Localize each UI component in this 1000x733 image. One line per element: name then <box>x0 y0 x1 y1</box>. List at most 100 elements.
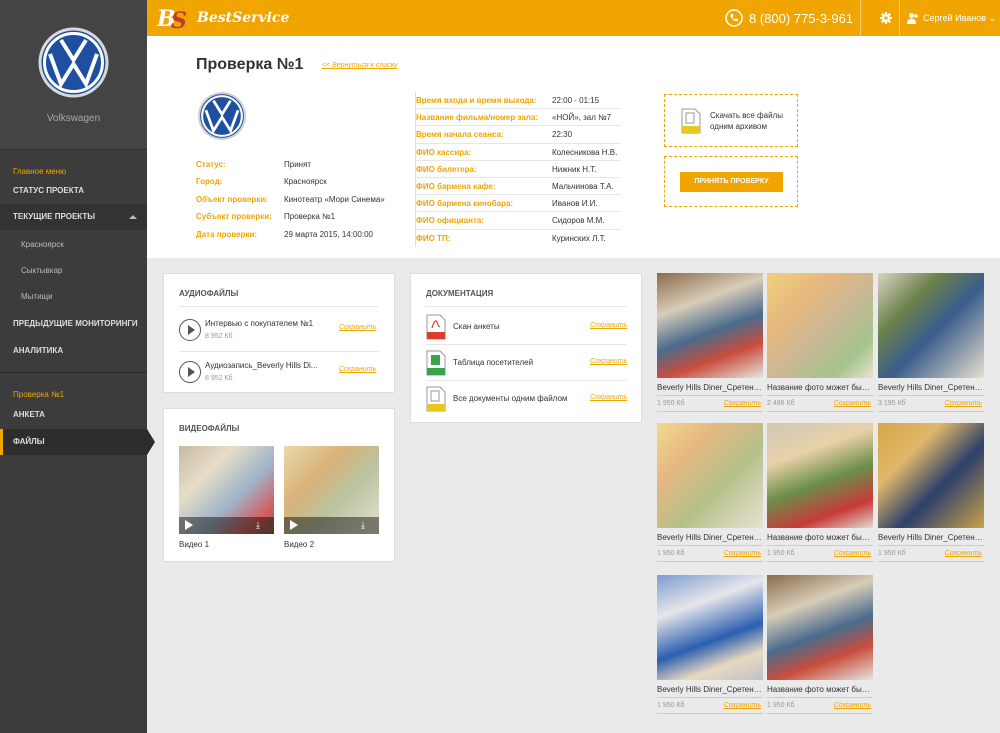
detail-row: ФИО бармена кинобара: Иванов И.И. <box>416 195 621 213</box>
info-label: Город: <box>196 177 223 186</box>
sidebar-item-label: Текущие проекты <box>13 212 96 221</box>
play-icon[interactable] <box>179 361 201 383</box>
divider <box>767 561 873 562</box>
info-label: Дата проверки: <box>196 230 258 239</box>
photo-size: 1 950 Кб <box>767 550 795 557</box>
accept-box: Принять проверку <box>664 156 798 207</box>
topbar-divider <box>860 0 861 36</box>
save-link[interactable]: Сохранить <box>724 400 761 407</box>
sidebar-divider <box>0 372 147 373</box>
detail-value: Сидоров М.М. <box>552 216 605 226</box>
detail-value: «НОЙ», зал №7 <box>552 113 612 123</box>
xls-file-icon <box>426 350 446 376</box>
info-label: Субъект проверки: <box>196 212 272 221</box>
photo-caption: Beverly Hills Diner_Сретенка... <box>657 685 763 694</box>
photo-caption: Название фото может быть... <box>767 383 873 392</box>
video-card: Видеофайлы ⤓ Видео 1 ⤓ Видео 2 <box>163 408 395 562</box>
divider <box>767 697 873 698</box>
divider <box>878 411 984 412</box>
sidebar-subitem-syktyvkar[interactable]: Сыктывкар <box>0 258 147 284</box>
sidebar-item-current-projects[interactable]: Текущие проекты <box>0 204 147 230</box>
divider <box>179 351 379 352</box>
detail-row: ФИО официанта: Сидоров М.М. <box>416 212 621 230</box>
photo-thumbnail[interactable] <box>767 575 873 680</box>
detail-label: ФИО бармена кафе: <box>416 181 496 191</box>
detail-value: Нижник Н.Т. <box>552 164 597 174</box>
divider <box>657 561 763 562</box>
sidebar-item-previous-monitoring[interactable]: Предыдущие мониторинги <box>0 311 147 337</box>
photo-size: 1 950 Кб <box>657 702 685 709</box>
save-link[interactable]: Сохранить <box>590 358 627 365</box>
photo-thumbnail[interactable] <box>878 423 984 528</box>
divider <box>657 697 763 698</box>
info-label: Объект проверки: <box>196 195 268 204</box>
volkswagen-logo <box>198 92 246 140</box>
photo-thumbnail[interactable] <box>878 273 984 378</box>
download-icon[interactable]: ⤓ <box>256 520 266 530</box>
save-link[interactable]: Сохранить <box>590 394 627 401</box>
save-link[interactable]: Сохранить <box>339 324 376 331</box>
detail-label: ФИО кассира: <box>416 147 472 157</box>
gear-icon[interactable] <box>880 12 892 24</box>
photo-thumbnail[interactable] <box>657 423 763 528</box>
brand-name: Volkswagen <box>46 113 101 124</box>
save-link[interactable]: Сохранить <box>834 550 871 557</box>
back-to-list-link[interactable]: << Вернуться к списку <box>322 62 397 69</box>
download-all-box[interactable]: Скачать все файлы одним архивом <box>664 94 798 147</box>
photo-size: 1 950 Кб <box>657 400 685 407</box>
play-icon[interactable] <box>179 319 201 341</box>
save-link[interactable]: Сохранить <box>945 550 982 557</box>
photo-caption: Beverly Hills Diner_Сретенка... <box>657 533 763 542</box>
video-item[interactable]: ⤓ Видео 2 <box>284 446 379 549</box>
sidebar-subitem-krasnoyarsk[interactable]: Красноярск <box>0 232 147 258</box>
sidebar-subitem-mytishchi[interactable]: Мытищи <box>0 284 147 310</box>
video-item[interactable]: ⤓ Видео 1 <box>179 446 274 549</box>
save-link[interactable]: Сохранить <box>590 322 627 329</box>
audio-card: Аудиофайлы Интервью с покупателем №1 8 9… <box>163 273 395 393</box>
save-link[interactable]: Сохранить <box>945 400 982 407</box>
photo-thumbnail[interactable] <box>767 273 873 378</box>
divider <box>878 395 984 396</box>
photo-thumbnail[interactable] <box>767 423 873 528</box>
divider <box>657 411 763 412</box>
audio-card-title: Аудиофайлы <box>179 289 239 298</box>
sidebar-item-files[interactable]: Файлы <box>0 429 147 455</box>
sidebar-section-main: Главное меню <box>13 167 67 176</box>
save-link[interactable]: Сохранить <box>834 400 871 407</box>
play-icon[interactable] <box>185 520 193 530</box>
sidebar-item-status[interactable]: Статус проекта <box>0 178 147 204</box>
user-menu[interactable]: Сергей Иванов ⌄ <box>923 13 996 24</box>
detail-label: ФИО ТП: <box>416 233 451 243</box>
doc-name: Таблица посетителей <box>453 358 534 367</box>
play-icon[interactable] <box>290 520 298 530</box>
sidebar-item-analytics[interactable]: Аналитика <box>0 338 147 364</box>
detail-row: Время входа и время выхода: 22:00 - 01:15 <box>416 92 621 110</box>
divider <box>426 380 626 381</box>
divider <box>767 713 873 714</box>
photo-size: 2 486 Кб <box>767 400 795 407</box>
divider <box>767 395 873 396</box>
details-table: Время входа и время выхода: 22:00 - 01:15… <box>415 92 621 247</box>
topbar: B S BestService 8 (800) 775-3-961 Сергей… <box>147 0 1000 36</box>
detail-value: 22:30 <box>552 130 573 140</box>
photo-thumbnail[interactable] <box>657 273 763 378</box>
save-link[interactable]: Сохранить <box>834 702 871 709</box>
video-caption: Видео 2 <box>284 540 315 549</box>
sidebar-item-questionnaire[interactable]: Анкета <box>0 402 147 428</box>
bestservice-logo-text[interactable]: BestService <box>197 10 289 26</box>
save-link[interactable]: Сохранить <box>724 702 761 709</box>
accept-check-button[interactable]: Принять проверку <box>680 172 783 192</box>
download-icon[interactable]: ⤓ <box>361 520 371 530</box>
page-title: Проверка №1 <box>196 56 304 73</box>
detail-row: ФИО ТП: Куринских Л.Т. <box>416 230 621 247</box>
detail-label: ФИО билетера: <box>416 164 477 174</box>
info-value: Принят <box>284 160 312 169</box>
bestservice-logo-icon[interactable]: B S <box>157 4 193 32</box>
save-link[interactable]: Сохранить <box>724 550 761 557</box>
photo-thumbnail[interactable] <box>657 575 763 680</box>
detail-label: ФИО бармена кинобара: <box>416 199 514 209</box>
download-all-text: Скачать все файлы одним архивом <box>710 111 783 131</box>
chevron-up-icon <box>129 215 137 219</box>
detail-label: ФИО официанта: <box>416 216 484 226</box>
save-link[interactable]: Сохранить <box>339 366 376 373</box>
